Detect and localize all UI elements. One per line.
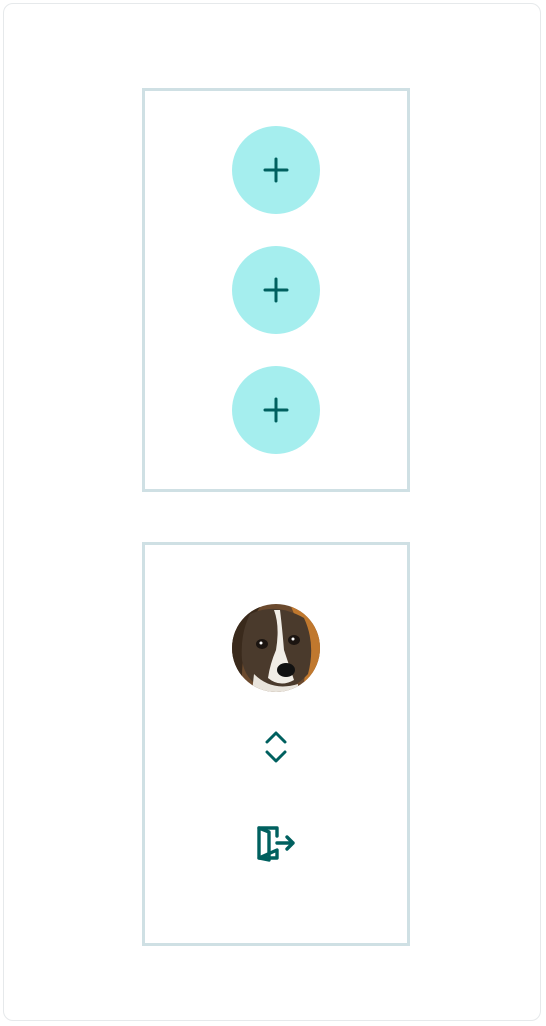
dog-photo-avatar-icon: [232, 604, 320, 692]
add-button-1[interactable]: [232, 126, 320, 214]
avatar[interactable]: [232, 604, 320, 692]
quick-add-panel: [142, 88, 410, 492]
plus-icon: [263, 277, 289, 303]
account-panel: [142, 542, 410, 946]
account-switch-button[interactable]: [260, 729, 292, 765]
chevron-up-down-icon: [265, 731, 287, 763]
plus-icon: [263, 157, 289, 183]
add-button-3[interactable]: [232, 366, 320, 454]
add-button-2[interactable]: [232, 246, 320, 334]
logout-button[interactable]: [254, 821, 298, 865]
logout-icon: [257, 826, 295, 862]
app-container: [3, 3, 541, 1021]
plus-icon: [263, 397, 289, 423]
